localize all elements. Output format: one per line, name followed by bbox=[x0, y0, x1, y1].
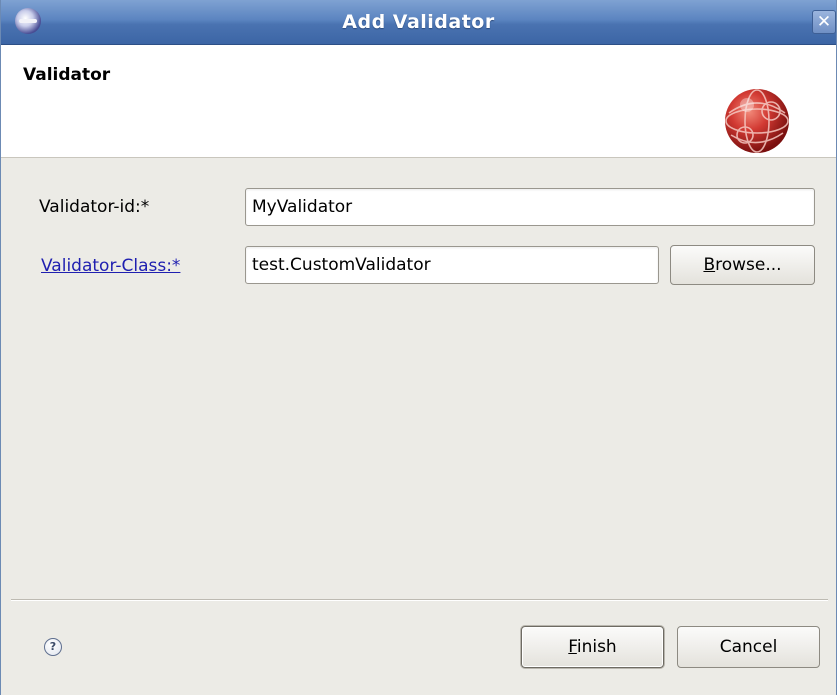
finish-mnemonic: F bbox=[568, 637, 577, 657]
browse-label: rowse... bbox=[715, 255, 782, 275]
close-icon[interactable]: ✕ bbox=[812, 10, 836, 34]
finish-label: inish bbox=[576, 637, 617, 657]
validator-class-input[interactable]: test.CustomValidator bbox=[245, 246, 659, 284]
title-bar[interactable]: Add Validator ✕ bbox=[1, 0, 836, 45]
help-icon[interactable]: ? bbox=[44, 638, 62, 656]
footer-separator bbox=[11, 599, 828, 601]
validator-id-label: Validator-id:* bbox=[39, 197, 150, 217]
validator-id-input[interactable]: MyValidator bbox=[245, 188, 815, 226]
validator-sphere-icon bbox=[725, 89, 789, 153]
finish-button[interactable]: Finish bbox=[521, 626, 664, 668]
browse-mnemonic: B bbox=[703, 255, 716, 275]
header-banner: Validator bbox=[1, 45, 836, 158]
validator-class-link[interactable]: Validator-Class:* bbox=[41, 256, 180, 276]
browse-button[interactable]: Browse... bbox=[670, 245, 815, 285]
page-title: Validator bbox=[23, 65, 111, 85]
add-validator-dialog: Add Validator ✕ Validator Validator-id:*… bbox=[0, 0, 837, 695]
window-title: Add Validator bbox=[342, 11, 495, 33]
cancel-button[interactable]: Cancel bbox=[677, 626, 820, 668]
